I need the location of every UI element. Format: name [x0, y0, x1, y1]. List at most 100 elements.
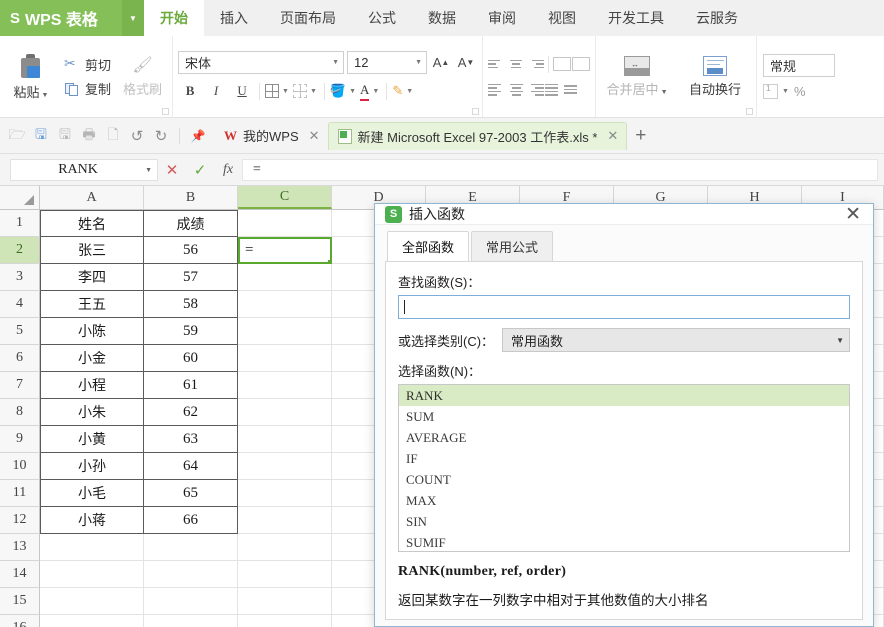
menu-tab-insert[interactable]: 插入: [204, 0, 264, 36]
function-list-item[interactable]: IF: [399, 448, 849, 469]
clipboard-dialog-launcher[interactable]: [162, 108, 170, 115]
function-list-item[interactable]: SIN: [399, 511, 849, 532]
increase-font-size-button[interactable]: A ▲: [430, 52, 452, 74]
redo-icon[interactable]: ↻: [150, 125, 172, 147]
font-size-combo[interactable]: 12 ▼: [347, 51, 428, 74]
chevron-down-icon[interactable]: ▼: [406, 88, 413, 95]
function-list[interactable]: RANK SUM AVERAGE IF COUNT MAX SIN SUMIF: [398, 384, 850, 552]
cell-style-icon[interactable]: [292, 84, 307, 98]
paste-button[interactable]: 粘贴 ▼: [4, 39, 58, 114]
cell-B1[interactable]: 成绩: [144, 210, 238, 237]
cell-B2[interactable]: 56: [144, 237, 238, 264]
row-header-3[interactable]: 3: [0, 264, 40, 291]
category-select[interactable]: 常用函数 ▼: [502, 328, 850, 352]
cell-A14[interactable]: [40, 561, 144, 588]
brand-dropdown-icon[interactable]: ▼: [122, 0, 144, 36]
insert-function-button[interactable]: fx: [214, 162, 242, 178]
cell-B11[interactable]: 65: [144, 480, 238, 507]
align-center-icon[interactable]: [507, 82, 525, 98]
cell-B15[interactable]: [144, 588, 238, 615]
cell-B9[interactable]: 63: [144, 426, 238, 453]
row-header-5[interactable]: 5: [0, 318, 40, 345]
align-top-icon[interactable]: [488, 56, 506, 72]
cell-A15[interactable]: [40, 588, 144, 615]
column-header-a[interactable]: A: [40, 186, 144, 209]
function-list-item[interactable]: AVERAGE: [399, 427, 849, 448]
row-header-14[interactable]: 14: [0, 561, 40, 588]
cell-B7[interactable]: 61: [144, 372, 238, 399]
search-function-input[interactable]: [398, 295, 850, 319]
cell-C15[interactable]: [238, 588, 332, 615]
close-icon[interactable]: ✕: [841, 205, 865, 224]
format-painter-button[interactable]: 🖌 格式刷: [117, 39, 168, 114]
align-left-icon[interactable]: [488, 82, 506, 98]
function-list-item[interactable]: COUNT: [399, 469, 849, 490]
column-header-c[interactable]: C: [238, 186, 332, 209]
align-right-icon[interactable]: [526, 82, 545, 98]
align-bottom-icon[interactable]: [526, 56, 545, 72]
formula-input[interactable]: =: [242, 158, 878, 181]
cell-C9[interactable]: [238, 426, 332, 453]
pin-icon[interactable]: 📌: [187, 125, 209, 147]
cell-B3[interactable]: 57: [144, 264, 238, 291]
cell-B12[interactable]: 66: [144, 507, 238, 534]
close-icon[interactable]: ✕: [305, 128, 320, 144]
cell-C8[interactable]: [238, 399, 332, 426]
cell-C7[interactable]: [238, 372, 332, 399]
cell-C5[interactable]: [238, 318, 332, 345]
italic-button[interactable]: I: [204, 80, 228, 102]
font-dialog-launcher[interactable]: [472, 108, 480, 115]
function-list-item[interactable]: SUMIF: [399, 532, 849, 551]
column-header-b[interactable]: B: [144, 186, 238, 209]
font-name-combo[interactable]: 宋体 ▼: [178, 51, 345, 74]
save-icon[interactable]: 🖫: [30, 125, 52, 147]
cell-A4[interactable]: 王五: [40, 291, 144, 318]
copy-button[interactable]: 复制: [64, 79, 111, 98]
row-header-7[interactable]: 7: [0, 372, 40, 399]
cancel-formula-button[interactable]: ✕: [158, 161, 186, 179]
row-header-11[interactable]: 11: [0, 480, 40, 507]
bold-button[interactable]: B: [178, 80, 202, 102]
cell-C12[interactable]: [238, 507, 332, 534]
print-preview-icon[interactable]: 🗋: [102, 125, 124, 147]
row-header-9[interactable]: 9: [0, 426, 40, 453]
cell-B8[interactable]: 62: [144, 399, 238, 426]
cell-A16[interactable]: [40, 615, 144, 627]
percent-style-icon[interactable]: %: [794, 84, 806, 99]
menu-tab-home[interactable]: 开始: [144, 0, 204, 36]
number-format-combo[interactable]: 常规: [763, 54, 836, 77]
cell-A8[interactable]: 小朱: [40, 399, 144, 426]
cell-B13[interactable]: [144, 534, 238, 561]
select-all-corner[interactable]: [0, 186, 40, 209]
confirm-formula-button[interactable]: ✓: [186, 161, 214, 179]
print-icon[interactable]: 🖶: [78, 125, 100, 147]
name-box[interactable]: RANK ▼: [10, 158, 158, 181]
menu-tab-data[interactable]: 数据: [412, 0, 472, 36]
cell-A13[interactable]: [40, 534, 144, 561]
cell-C3[interactable]: [238, 264, 332, 291]
chevron-down-icon[interactable]: ▼: [372, 88, 379, 95]
cell-A11[interactable]: 小毛: [40, 480, 144, 507]
cell-B6[interactable]: 60: [144, 345, 238, 372]
row-header-8[interactable]: 8: [0, 399, 40, 426]
document-tab-workbook[interactable]: 新建 Microsoft Excel 97-2003 工作表.xls * ✕: [327, 121, 628, 150]
cell-B5[interactable]: 59: [144, 318, 238, 345]
underline-button[interactable]: U: [230, 80, 254, 102]
dialog-tab-common-formulas[interactable]: 常用公式: [471, 231, 554, 261]
cell-A10[interactable]: 小孙: [40, 453, 144, 480]
alignment-dialog-launcher[interactable]: [746, 108, 754, 115]
menu-tab-cloud[interactable]: 云服务: [680, 0, 754, 36]
chevron-down-icon[interactable]: ▼: [145, 166, 157, 174]
new-tab-button[interactable]: +: [627, 125, 654, 147]
chevron-down-icon[interactable]: ▼: [782, 88, 789, 95]
cell-C14[interactable]: [238, 561, 332, 588]
row-header-12[interactable]: 12: [0, 507, 40, 534]
distribute-icon[interactable]: [564, 82, 582, 98]
menu-tab-view[interactable]: 视图: [532, 0, 592, 36]
wrap-text-button[interactable]: 自动换行: [682, 55, 748, 98]
close-icon[interactable]: ✕: [603, 128, 618, 144]
menu-tab-developer[interactable]: 开发工具: [592, 0, 680, 36]
cell-C11[interactable]: [238, 480, 332, 507]
function-list-item[interactable]: RANK: [399, 385, 849, 406]
merge-center-button[interactable]: ↔ 合并居中 ▼: [604, 55, 670, 98]
